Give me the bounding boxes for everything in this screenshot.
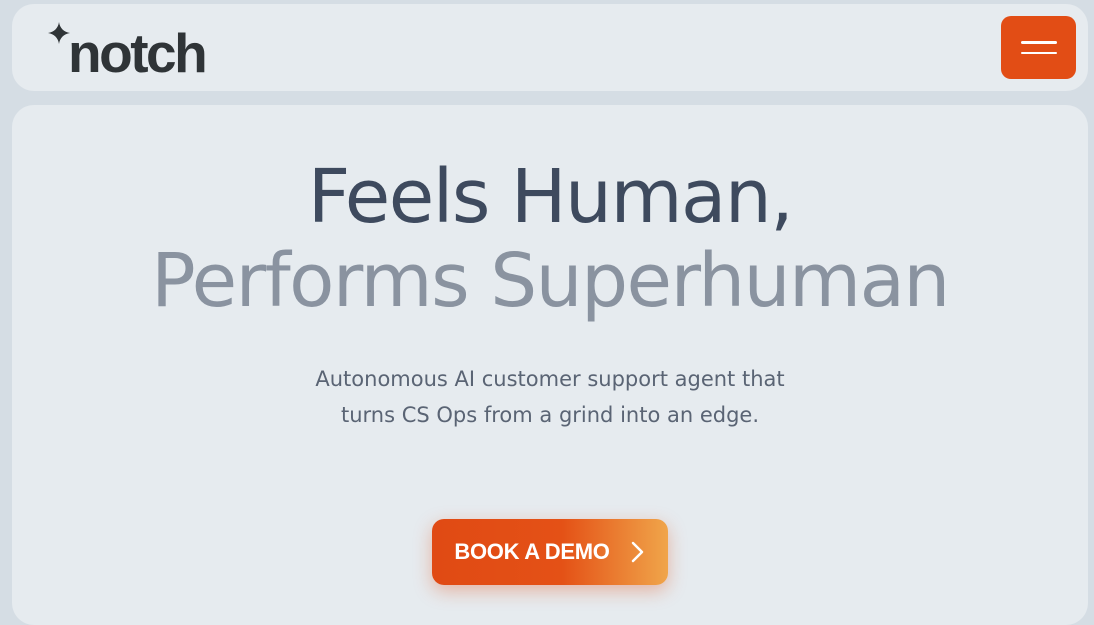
sparkle-icon: [48, 22, 70, 44]
chevron-right-icon: [631, 541, 643, 563]
brand-logo[interactable]: notch: [48, 22, 208, 84]
hamburger-menu-icon-bar-top: [1020, 41, 1057, 44]
hamburger-menu-icon-bar-middle: [1020, 51, 1057, 54]
brand-name: notch: [68, 22, 208, 84]
hero-subheadline: Autonomous AI customer support agent tha…: [315, 367, 785, 427]
hero-section: Feels Human, Performs Superhuman Autonom…: [12, 105, 1088, 625]
menu-button[interactable]: [1001, 16, 1076, 79]
book-demo-label: BOOK A DEMO: [454, 539, 610, 564]
headline-line-2: Performs Superhuman: [151, 238, 950, 324]
book-demo-button[interactable]: BOOK A DEMO: [432, 519, 668, 585]
hero-headline: Feels Human, Performs Superhuman: [12, 155, 1088, 323]
headline-line-1: Feels Human,: [307, 154, 794, 240]
top-navbar: notch: [12, 4, 1088, 91]
